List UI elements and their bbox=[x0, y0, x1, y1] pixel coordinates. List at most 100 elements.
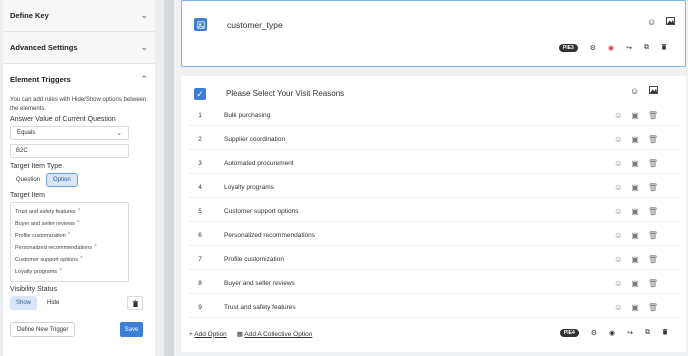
option-row[interactable]: 2 Supplier coordination ☺ ▣ 🗑 bbox=[189, 130, 679, 150]
show-button[interactable]: Show bbox=[10, 296, 38, 310]
chevron-up-icon[interactable]: ⌃ bbox=[140, 74, 148, 85]
trash-icon[interactable]: 🗑 bbox=[648, 135, 658, 144]
smiley-icon[interactable]: ☺ bbox=[614, 207, 622, 216]
delete-trigger-button[interactable] bbox=[127, 296, 143, 310]
answer-value-label: Answer Value of Current Question bbox=[10, 116, 116, 123]
option-label[interactable]: Loyalty programs bbox=[224, 184, 274, 191]
option-row[interactable]: 1 Bulk purchasing ☺ ▣ 🗑 bbox=[189, 106, 679, 126]
trash-icon[interactable]: 🗑 bbox=[648, 207, 658, 216]
answer-value-input[interactable]: B2C bbox=[10, 144, 129, 158]
option-row[interactable]: 6 Personalized recommendations ☺ ▣ 🗑 bbox=[189, 226, 679, 246]
image-icon[interactable]: ▣ bbox=[631, 279, 639, 288]
trash-icon[interactable]: 🗑 bbox=[648, 255, 658, 264]
triggers-description: You can add rules with Hide/Show options… bbox=[10, 97, 147, 112]
image-icon[interactable]: ▣ bbox=[631, 135, 639, 144]
option-label[interactable]: Supplier coordination bbox=[224, 136, 285, 143]
smiley-icon[interactable]: ☺ bbox=[614, 111, 622, 120]
trash-icon[interactable]: 🗑 bbox=[648, 303, 658, 312]
trash-icon[interactable]: 🗑 bbox=[648, 159, 658, 168]
image-icon[interactable]: ▣ bbox=[631, 111, 639, 120]
smiley-icon[interactable]: ☺ bbox=[614, 231, 622, 240]
remove-tag-icon[interactable]: × bbox=[80, 255, 83, 261]
trash-icon[interactable] bbox=[662, 328, 668, 337]
option-label[interactable]: Automated procurement bbox=[224, 160, 294, 167]
image-icon[interactable]: ▣ bbox=[631, 231, 639, 240]
add-collective-option-button[interactable]: ▦ Add A Collective Option bbox=[237, 330, 313, 338]
advanced-settings-accordion[interactable]: Advanced Settings ⌄ bbox=[3, 32, 155, 64]
add-option-button[interactable]: + Add Option bbox=[189, 331, 227, 338]
hide-button[interactable]: Hide bbox=[41, 296, 66, 310]
image-icon[interactable]: ▣ bbox=[631, 255, 639, 264]
visibility-toggle-icon[interactable]: ◉ bbox=[608, 44, 614, 52]
save-button[interactable]: Save bbox=[120, 322, 143, 337]
type-question-button[interactable]: Question bbox=[10, 173, 47, 187]
add-option-label: Add Option bbox=[194, 330, 227, 338]
visibility-row: Show Hide bbox=[10, 296, 148, 310]
option-row[interactable]: 9 Trust and safety features ☺ ▣ 🗑 bbox=[189, 298, 679, 318]
settings-icon[interactable]: ⚙ bbox=[590, 44, 596, 52]
define-new-trigger-button[interactable]: Define New Trigger bbox=[10, 322, 76, 337]
target-item-tag: Profile customization × bbox=[15, 230, 124, 242]
operator-select[interactable]: Equals ⌄ bbox=[10, 126, 129, 140]
element-triggers-accordion[interactable]: Element Triggers ⌃ bbox=[10, 64, 148, 95]
smiley-icon[interactable]: ☺ bbox=[647, 17, 656, 27]
option-number: 7 bbox=[198, 256, 202, 263]
tag-label: Buyer and seller reviews bbox=[15, 221, 75, 227]
trash-icon[interactable]: 🗑 bbox=[648, 231, 658, 240]
remove-tag-icon[interactable]: × bbox=[78, 207, 81, 213]
smiley-icon[interactable]: ☺ bbox=[614, 279, 622, 288]
image-icon[interactable]: ▣ bbox=[631, 183, 639, 192]
smiley-icon[interactable]: ☺ bbox=[614, 135, 622, 144]
target-item-multiselect[interactable]: Trust and safety features × Buyer and sel… bbox=[10, 202, 129, 282]
option-actions: ☺ ▣ 🗑 bbox=[614, 135, 658, 144]
image-icon[interactable]: ▣ bbox=[631, 207, 639, 216]
trash-icon[interactable] bbox=[661, 43, 667, 52]
image-icon[interactable]: ▣ bbox=[631, 159, 639, 168]
question-card-visit-reasons[interactable]: ✓ Please Select Your Visit Reasons ☺ 1 B… bbox=[181, 76, 686, 352]
option-row[interactable]: 5 Customer support options ☺ ▣ 🗑 bbox=[189, 202, 679, 222]
trash-icon[interactable]: 🗑 bbox=[648, 279, 658, 288]
option-label[interactable]: Buyer and seller reviews bbox=[224, 280, 295, 287]
option-actions: ☺ ▣ 🗑 bbox=[614, 183, 658, 192]
option-row[interactable]: 7 Profile customization ☺ ▣ 🗑 bbox=[189, 250, 679, 270]
option-row[interactable]: 8 Buyer and seller reviews ☺ ▣ 🗑 bbox=[189, 274, 679, 294]
smiley-icon[interactable]: ☺ bbox=[614, 183, 622, 192]
option-label[interactable]: Trust and safety features bbox=[224, 304, 296, 311]
option-row[interactable]: 3 Automated procurement ☺ ▣ 🗑 bbox=[189, 154, 679, 174]
remove-tag-icon[interactable]: × bbox=[77, 219, 80, 225]
copy-icon[interactable]: ⧉ bbox=[644, 44, 649, 52]
chevron-down-icon[interactable]: ⌄ bbox=[140, 10, 148, 21]
image-element-icon bbox=[194, 18, 207, 31]
option-label[interactable]: Personalized recommendations bbox=[224, 232, 315, 239]
option-label[interactable]: Bulk purchasing bbox=[224, 112, 270, 119]
smiley-icon[interactable]: ☺ bbox=[630, 86, 639, 96]
smiley-icon[interactable]: ☺ bbox=[614, 159, 622, 168]
option-label[interactable]: Customer support options bbox=[224, 208, 298, 215]
share-icon[interactable]: ↪ bbox=[626, 44, 632, 52]
option-number: 9 bbox=[198, 304, 202, 311]
smiley-icon[interactable]: ☺ bbox=[614, 255, 622, 264]
remove-tag-icon[interactable]: × bbox=[94, 243, 97, 249]
option-row[interactable]: 4 Loyalty programs ☺ ▣ 🗑 bbox=[189, 178, 679, 198]
image-icon[interactable] bbox=[649, 86, 659, 96]
copy-icon[interactable]: ⧉ bbox=[645, 329, 650, 337]
visibility-icon[interactable]: ◉ bbox=[609, 329, 615, 337]
trash-icon[interactable]: 🗑 bbox=[648, 183, 658, 192]
smiley-icon[interactable]: ☺ bbox=[614, 303, 622, 312]
option-actions: ☺ ▣ 🗑 bbox=[614, 255, 658, 264]
option-actions: ☺ ▣ 🗑 bbox=[614, 111, 658, 120]
target-item-type-toggle: Question Option bbox=[10, 173, 148, 187]
settings-icon[interactable]: ⚙ bbox=[591, 329, 597, 337]
image-icon[interactable] bbox=[666, 17, 676, 27]
question-card-customer-type[interactable]: customer_type ☺ PIE3 ⚙ ◉ ↪ ⧉ bbox=[181, 0, 686, 67]
type-option-button[interactable]: Option bbox=[46, 173, 78, 187]
remove-tag-icon[interactable]: × bbox=[68, 231, 71, 237]
define-key-accordion[interactable]: Define Key ⌄ bbox=[3, 0, 155, 32]
share-icon[interactable]: ↪ bbox=[627, 329, 633, 337]
option-label[interactable]: Profile customization bbox=[224, 256, 284, 263]
visibility-status-label: Visibility Status bbox=[10, 286, 57, 293]
remove-tag-icon[interactable]: × bbox=[59, 267, 62, 273]
trash-icon[interactable]: 🗑 bbox=[648, 111, 658, 120]
chevron-down-icon[interactable]: ⌄ bbox=[140, 42, 148, 53]
image-icon[interactable]: ▣ bbox=[631, 303, 639, 312]
